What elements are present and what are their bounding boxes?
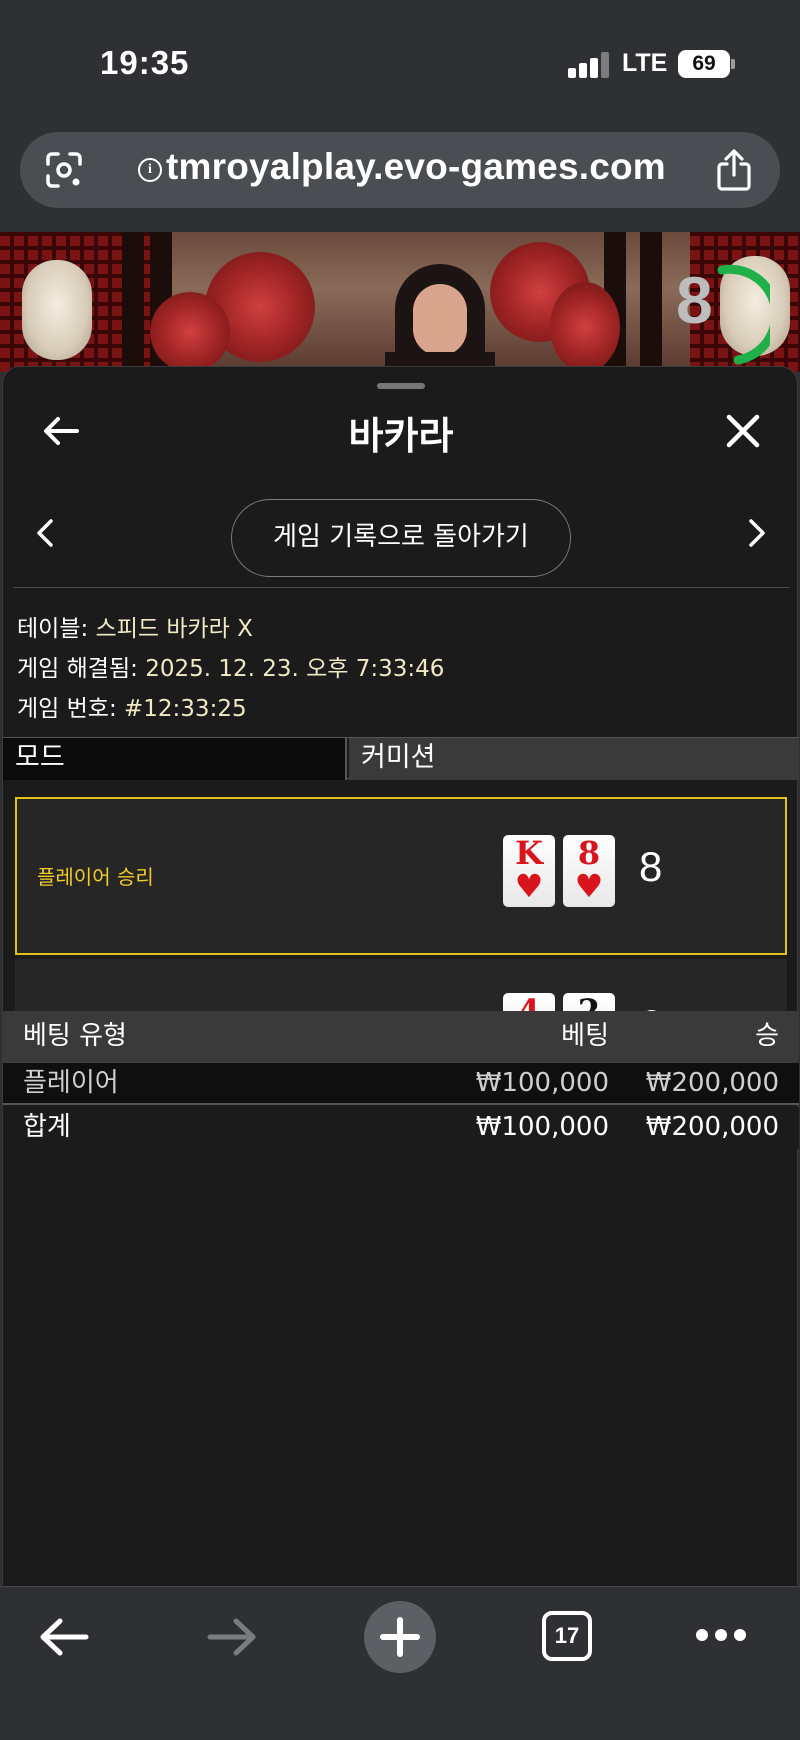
- bet-type-cell: 플레이어: [23, 1068, 119, 1098]
- game-number-value: #12:33:25: [124, 696, 247, 722]
- cellular-signal-icon: [568, 52, 610, 78]
- player-result-label: 플레이어 승리: [37, 865, 154, 889]
- table-info: 테이블: 스피드 바카라 X: [17, 609, 253, 643]
- sheet-title: 바카라: [348, 414, 454, 458]
- total-row: 합계 ₩100,000 ₩200,000: [3, 1107, 799, 1149]
- sheet-drag-handle[interactable]: [377, 383, 425, 389]
- tab-switcher-button[interactable]: 17: [542, 1611, 592, 1661]
- next-game-chevron-icon[interactable]: [741, 513, 771, 553]
- table-label: 테이블:: [17, 616, 89, 642]
- video-dealer-face: [413, 284, 467, 356]
- game-history-sheet: 바카라 게임 기록으로 돌아가기 테이블: 스피드 바카라 X 게임 해결됨: …: [2, 366, 799, 1586]
- total-label: 합계: [23, 1112, 71, 1142]
- card-rank: K: [515, 834, 543, 872]
- video-pillar: [640, 232, 662, 372]
- site-info-icon[interactable]: i: [138, 158, 162, 182]
- win-amount-cell: ₩200,000: [645, 1068, 779, 1098]
- game-number-info: 게임 번호: #12:33:25: [17, 689, 247, 723]
- screen: 19:35 LTE 69 i tmroyalplay.evo-games.com: [0, 0, 800, 1740]
- heart-suit-icon: ♥: [514, 867, 544, 905]
- plus-icon: [380, 1617, 420, 1657]
- resolved-info: 게임 해결됨: 2025. 12. 23. 오후 7:33:46: [17, 649, 444, 683]
- bet-amount-cell: ₩100,000: [475, 1068, 609, 1098]
- video-pillar: [122, 232, 144, 372]
- resolved-label: 게임 해결됨:: [17, 656, 138, 682]
- back-to-history-button[interactable]: 게임 기록으로 돌아가기: [231, 499, 571, 577]
- lens-search-icon[interactable]: [44, 150, 84, 190]
- card-rank: 8: [577, 834, 601, 872]
- table-row: 플레이어 ₩100,000 ₩200,000: [3, 1063, 799, 1105]
- tab-commission[interactable]: 커미션: [349, 738, 799, 780]
- game-number-label: 게임 번호:: [17, 696, 117, 722]
- table-value: 스피드 바카라 X: [95, 616, 253, 642]
- countdown-timer: 8: [676, 263, 713, 337]
- resolved-value: 2025. 12. 23. 오후 7:33:46: [145, 656, 445, 682]
- new-tab-button[interactable]: [364, 1601, 436, 1673]
- video-blossom: [550, 282, 620, 372]
- column-header-win: 승: [755, 1021, 779, 1051]
- battery-nub: [731, 59, 735, 69]
- bets-table-header: 베팅 유형 베팅 승: [3, 1011, 799, 1063]
- status-time: 19:35: [100, 44, 190, 81]
- total-bet-cell: ₩100,000: [475, 1112, 609, 1142]
- tab-mode[interactable]: 모드: [3, 738, 347, 780]
- address-bar[interactable]: i tmroyalplay.evo-games.com: [20, 132, 780, 208]
- browser-back-icon[interactable]: [38, 1615, 90, 1659]
- playing-card: K ♥: [503, 835, 555, 907]
- playing-card: 8 ♥: [563, 835, 615, 907]
- player-result-row: 플레이어 승리 K ♥ 8 ♥ 8: [15, 797, 787, 955]
- previous-game-chevron-icon[interactable]: [31, 513, 61, 553]
- live-video-feed: 8: [0, 232, 800, 372]
- network-type: LTE: [622, 49, 668, 77]
- divider: [13, 587, 789, 588]
- share-icon[interactable]: [714, 148, 754, 192]
- status-bar: 19:35 LTE 69: [0, 0, 800, 120]
- close-icon[interactable]: [723, 411, 763, 451]
- total-win-cell: ₩200,000: [645, 1112, 779, 1142]
- player-score: 8: [639, 843, 663, 890]
- browser-toolbar: 17: [0, 1586, 800, 1740]
- url-text[interactable]: tmroyalplay.evo-games.com: [166, 146, 666, 188]
- column-header-bet: 베팅: [561, 1021, 609, 1051]
- column-header-bet-type: 베팅 유형: [23, 1021, 127, 1051]
- browser-forward-icon[interactable]: [206, 1615, 258, 1659]
- heart-suit-icon: ♥: [574, 867, 604, 905]
- mode-tabs: 모드 커미션: [3, 737, 799, 780]
- more-menu-icon[interactable]: [696, 1629, 746, 1643]
- video-lantern: [22, 260, 92, 360]
- video-blossom: [150, 292, 230, 372]
- battery-icon: 69: [678, 50, 730, 78]
